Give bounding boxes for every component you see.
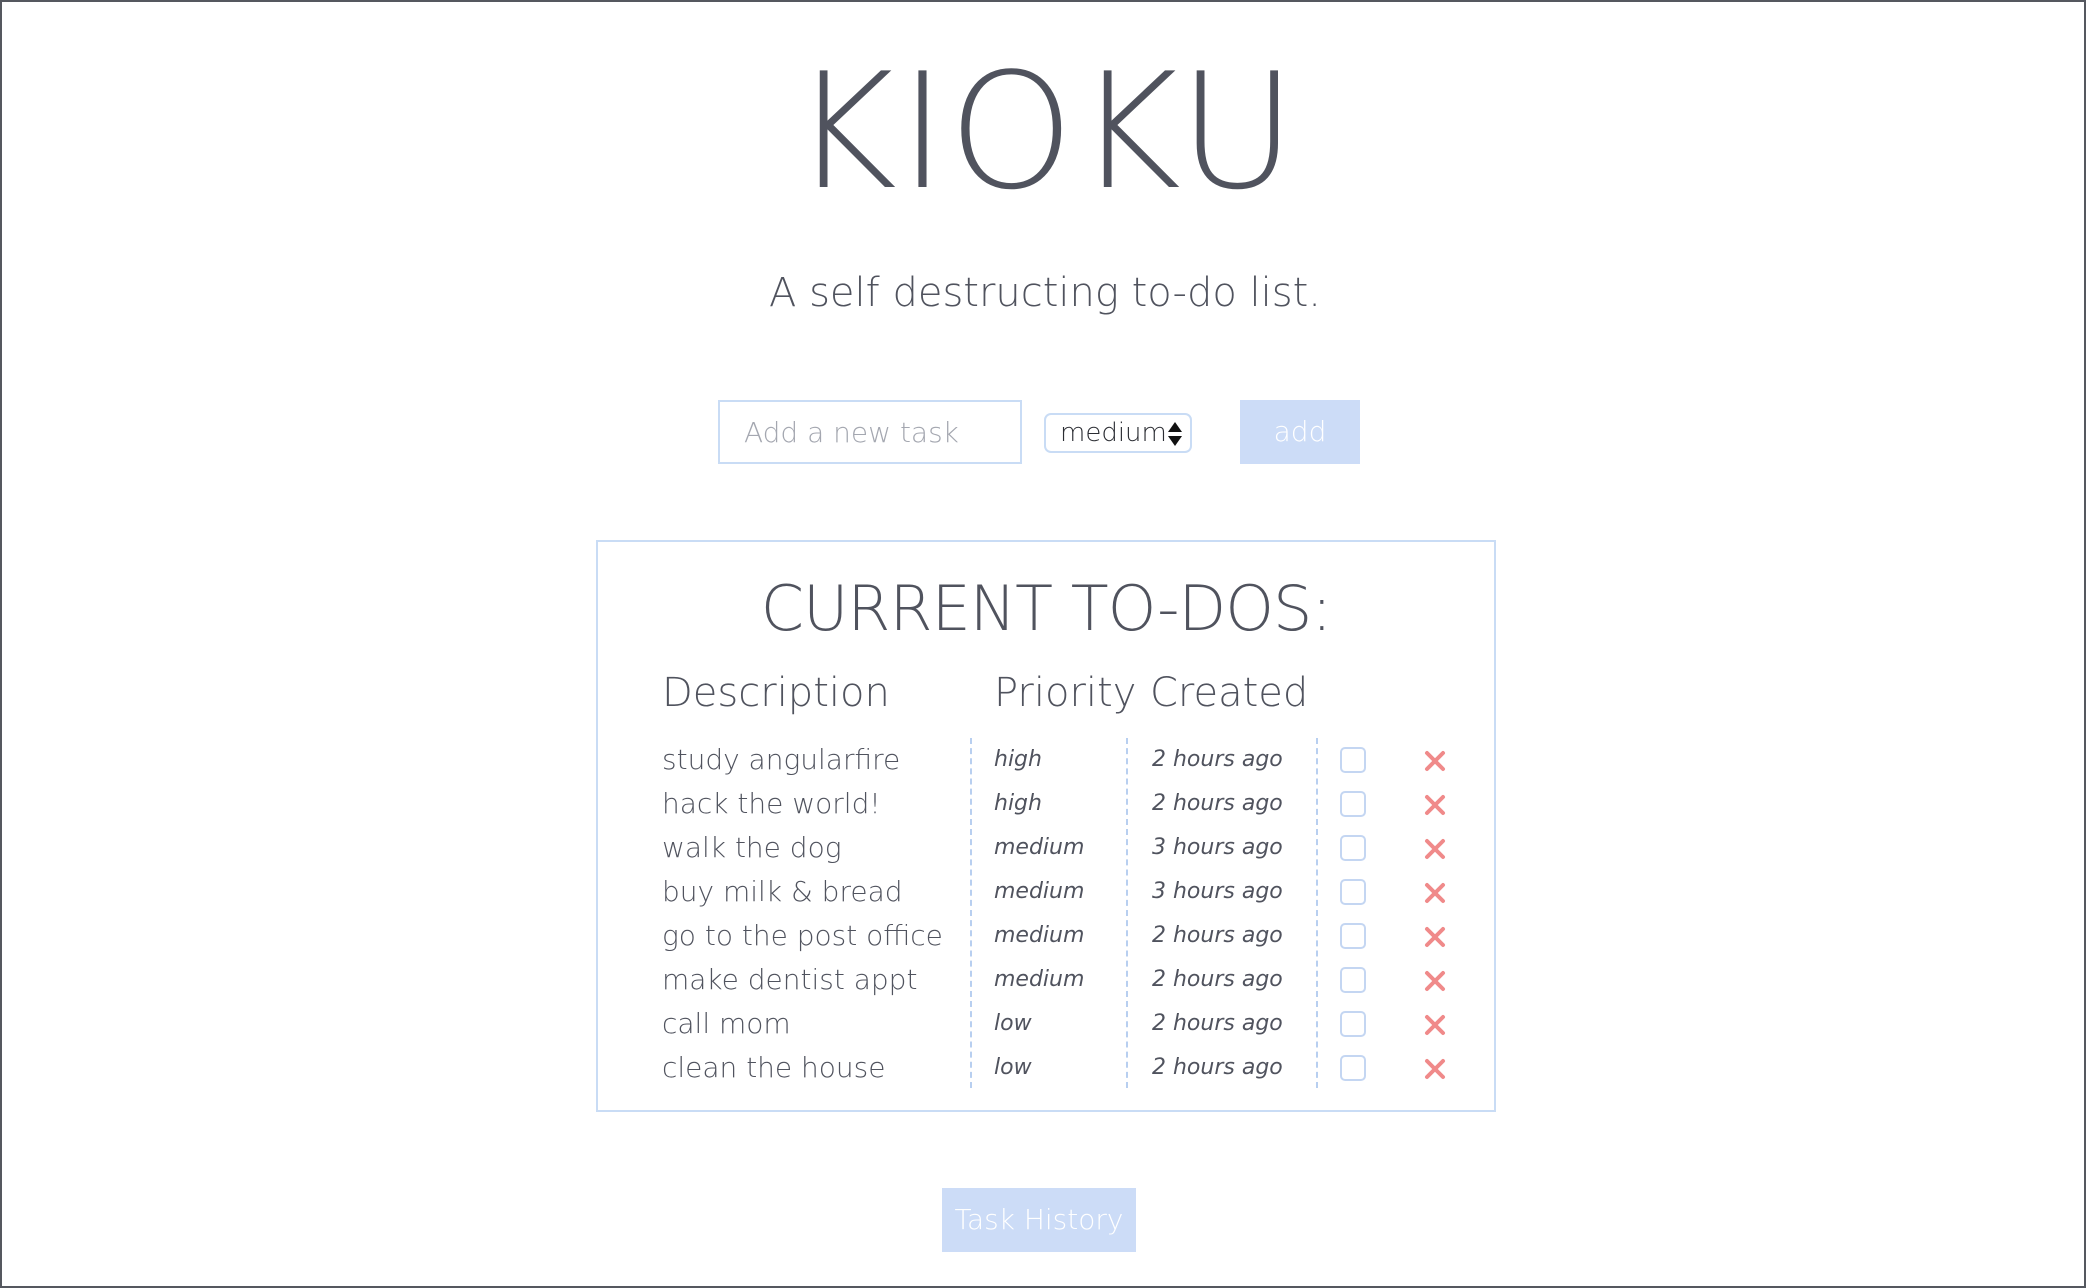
todo-created: 2 hours ago xyxy=(1152,1011,1283,1036)
close-icon[interactable] xyxy=(1424,882,1446,904)
todo-row: hack the world! high 2 hours ago xyxy=(598,782,1494,826)
select-arrows-icon xyxy=(1168,422,1182,446)
todo-description: make dentist appt xyxy=(662,963,918,996)
app-title: KIOKU xyxy=(792,38,1298,225)
column-header-description: Description xyxy=(662,670,890,716)
todo-priority: high xyxy=(994,747,1042,772)
todo-done-checkbox[interactable] xyxy=(1340,1011,1366,1037)
todo-row: make dentist appt medium 2 hours ago xyxy=(598,958,1494,1002)
todo-created: 2 hours ago xyxy=(1152,967,1283,992)
todo-created: 2 hours ago xyxy=(1152,1055,1283,1080)
todo-description: clean the house xyxy=(662,1051,886,1084)
priority-select-value: medium xyxy=(1060,418,1167,448)
todo-priority: low xyxy=(994,1055,1032,1080)
todo-priority: medium xyxy=(994,879,1085,904)
close-icon[interactable] xyxy=(1424,750,1446,772)
todo-description: hack the world! xyxy=(662,787,881,820)
todo-done-checkbox[interactable] xyxy=(1340,923,1366,949)
new-task-input[interactable] xyxy=(718,400,1022,464)
todo-created: 3 hours ago xyxy=(1152,879,1283,904)
todo-priority: medium xyxy=(994,835,1085,860)
column-header-priority: Priority xyxy=(994,670,1137,716)
todo-row: buy milk & bread medium 3 hours ago xyxy=(598,870,1494,914)
todo-done-checkbox[interactable] xyxy=(1340,967,1366,993)
panel-title: CURRENT TO-DOS: xyxy=(760,572,1333,645)
close-icon[interactable] xyxy=(1424,794,1446,816)
todo-row: clean the house low 2 hours ago xyxy=(598,1046,1494,1090)
todo-created: 2 hours ago xyxy=(1152,747,1283,772)
close-icon[interactable] xyxy=(1424,970,1446,992)
todo-done-checkbox[interactable] xyxy=(1340,1055,1366,1081)
priority-select[interactable]: medium xyxy=(1044,413,1192,453)
todo-description: go to the post office xyxy=(662,919,943,952)
todo-created: 2 hours ago xyxy=(1152,791,1283,816)
todo-description: call mom xyxy=(662,1007,791,1040)
todo-created: 2 hours ago xyxy=(1152,923,1283,948)
todo-done-checkbox[interactable] xyxy=(1340,879,1366,905)
close-icon[interactable] xyxy=(1424,1058,1446,1080)
todo-description: buy milk & bread xyxy=(662,875,903,908)
add-button[interactable]: add xyxy=(1240,400,1360,464)
app-frame: KIOKU A self destructing to-do list. med… xyxy=(0,0,2086,1288)
todo-done-checkbox[interactable] xyxy=(1340,835,1366,861)
close-icon[interactable] xyxy=(1424,926,1446,948)
todo-priority: low xyxy=(994,1011,1032,1036)
todo-done-checkbox[interactable] xyxy=(1340,791,1366,817)
todo-priority: medium xyxy=(994,923,1085,948)
todo-priority: high xyxy=(994,791,1042,816)
tagline: A self destructing to-do list. xyxy=(769,270,1321,316)
todo-description: study angularfire xyxy=(662,743,901,776)
todo-row: go to the post office medium 2 hours ago xyxy=(598,914,1494,958)
column-header-created: Created xyxy=(1150,670,1309,716)
task-history-button[interactable]: Task History xyxy=(942,1188,1136,1252)
close-icon[interactable] xyxy=(1424,838,1446,860)
todo-created: 3 hours ago xyxy=(1152,835,1283,860)
todo-description: walk the dog xyxy=(662,831,842,864)
close-icon[interactable] xyxy=(1424,1014,1446,1036)
todo-row: call mom low 2 hours ago xyxy=(598,1002,1494,1046)
todo-panel: CURRENT TO-DOS: Description Priority Cre… xyxy=(596,540,1496,1112)
todo-done-checkbox[interactable] xyxy=(1340,747,1366,773)
todo-row: study angularfire high 2 hours ago xyxy=(598,738,1494,782)
todo-priority: medium xyxy=(994,967,1085,992)
todo-row: walk the dog medium 3 hours ago xyxy=(598,826,1494,870)
